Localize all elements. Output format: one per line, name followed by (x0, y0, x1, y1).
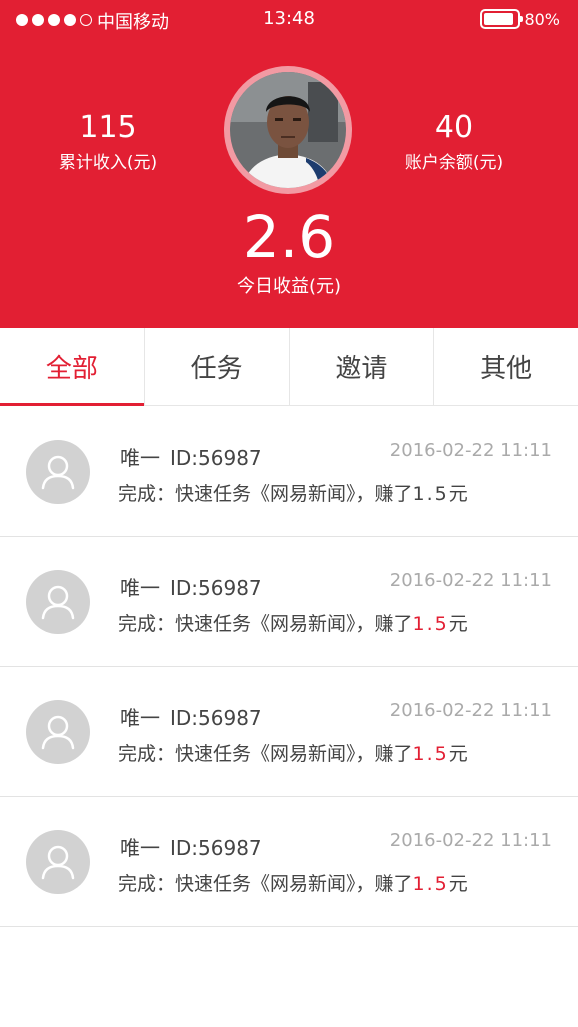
balance-value: 40 (434, 110, 474, 145)
amount-unit: 元 (448, 873, 468, 895)
user-name-row: 唯一 ID:56987 (120, 442, 262, 471)
user-name-row: 唯一 ID:56987 (120, 832, 262, 861)
amount-unit: 元 (448, 483, 468, 505)
default-user-icon (26, 700, 90, 764)
record-filter-tabs: 全部 任务 邀请 其他 (0, 328, 578, 406)
user-id: ID:56987 (170, 706, 262, 730)
user-name: 唯一 (120, 706, 160, 730)
list-item[interactable]: 唯一 ID:56987 2016-02-22 11:11 完成：快速任务《网易新闻… (0, 797, 578, 927)
user-photo-avatar (230, 72, 346, 188)
record-timestamp: 2016-02-22 11:11 (389, 570, 552, 591)
today-earnings: 2.6 今日收益(元) (0, 206, 578, 298)
amount-unit: 元 (448, 613, 468, 635)
earned-amount: 1.5 (412, 873, 449, 895)
tab-invites[interactable]: 邀请 (290, 328, 435, 405)
record-description: 完成：快速任务《网易新闻》，赚了1.5元 (118, 869, 468, 896)
user-name: 唯一 (120, 576, 160, 600)
record-text: 完成：快速任务《网易新闻》，赚了 (118, 613, 413, 635)
status-bar: 中国移动 13:48 80% (0, 0, 578, 40)
battery-percent: 80% (524, 9, 560, 29)
earned-amount: 1.5 (412, 743, 449, 765)
tab-all[interactable]: 全部 (0, 328, 145, 406)
record-description: 完成：快速任务《网易新闻》，赚了1.5元 (118, 609, 468, 636)
default-user-icon (26, 440, 90, 504)
default-user-icon (26, 570, 90, 634)
list-item[interactable]: 唯一 ID:56987 2016-02-22 11:11 完成：快速任务《网易新闻… (0, 407, 578, 537)
battery-icon (480, 9, 524, 29)
record-description: 完成：快速任务《网易新闻》，赚了1.5元 (118, 739, 468, 766)
user-name-row: 唯一 ID:56987 (120, 572, 262, 601)
amount-unit: 元 (448, 743, 468, 765)
tab-other[interactable]: 其他 (434, 328, 578, 405)
total-income-stat: 115 累计收入(元) (28, 110, 188, 173)
tab-tasks[interactable]: 任务 (145, 328, 290, 405)
user-id: ID:56987 (170, 836, 262, 860)
user-id: ID:56987 (170, 576, 262, 600)
today-earnings-label: 今日收益(元) (236, 276, 342, 297)
record-timestamp: 2016-02-22 11:11 (389, 830, 552, 851)
total-income-label: 累计收入(元) (58, 153, 158, 173)
profile-avatar[interactable] (224, 66, 352, 194)
user-name: 唯一 (120, 446, 160, 470)
earned-amount: 1.5 (412, 613, 449, 635)
today-earnings-value: 2.6 (242, 203, 336, 271)
list-item[interactable]: 唯一 ID:56987 2016-02-22 11:11 完成：快速任务《网易新闻… (0, 537, 578, 667)
earned-amount: 1.5 (412, 483, 449, 505)
total-income-value: 115 (79, 110, 137, 145)
list-item[interactable]: 唯一 ID:56987 2016-02-22 11:11 完成：快速任务《网易新闻… (0, 667, 578, 797)
record-description: 完成：快速任务《网易新闻》，赚了1.5元 (118, 479, 468, 506)
balance-stat: 40 账户余额(元) (374, 110, 534, 173)
record-text: 完成：快速任务《网易新闻》，赚了 (118, 743, 413, 765)
user-name: 唯一 (120, 836, 160, 860)
balance-label: 账户余额(元) (404, 153, 504, 173)
user-id: ID:56987 (170, 446, 262, 470)
record-text: 完成：快速任务《网易新闻》，赚了 (118, 873, 413, 895)
user-name-row: 唯一 ID:56987 (120, 702, 262, 731)
record-text: 完成：快速任务《网易新闻》，赚了 (118, 483, 413, 505)
record-timestamp: 2016-02-22 11:11 (389, 440, 552, 461)
record-timestamp: 2016-02-22 11:11 (389, 700, 552, 721)
battery-indicator: 80% (480, 9, 560, 29)
earnings-record-list: 唯一 ID:56987 2016-02-22 11:11 完成：快速任务《网易新闻… (0, 407, 578, 927)
earnings-header: 中国移动 13:48 80% 115 累计收入(元) 40 账户余额(元) 2.… (0, 0, 578, 328)
default-user-icon (26, 830, 90, 894)
